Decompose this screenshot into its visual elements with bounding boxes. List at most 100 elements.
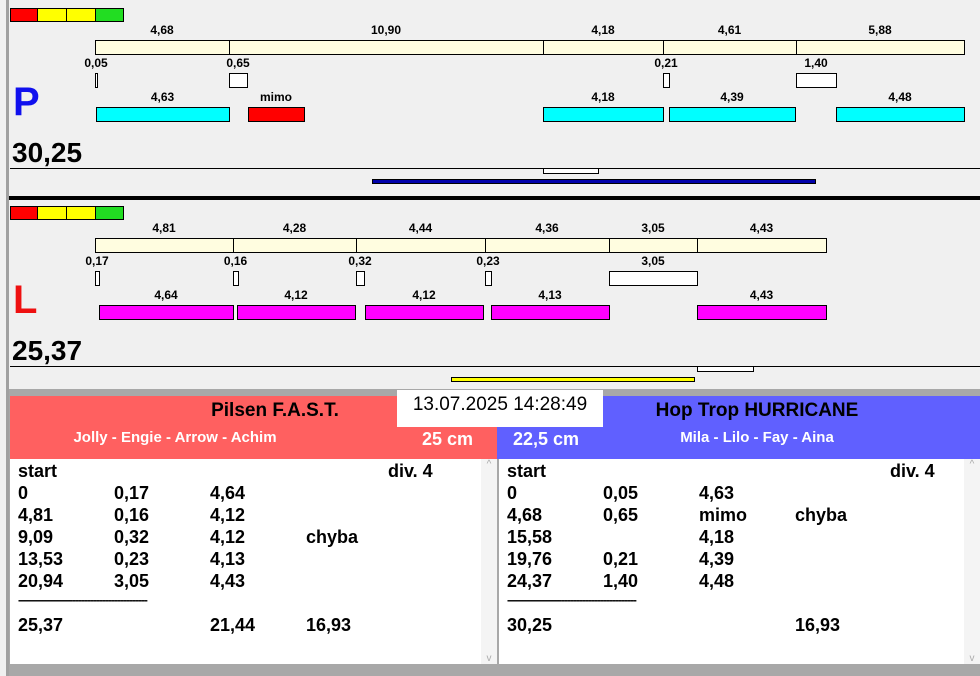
gap-box: [233, 271, 239, 286]
gap-label: 3,05: [641, 254, 665, 268]
scrollbar[interactable]: ^ v: [481, 459, 497, 664]
list-cell: 4,48: [699, 571, 735, 591]
scroll-up-icon[interactable]: ^: [964, 459, 980, 470]
gap-box: [356, 271, 365, 286]
list-cell: 4,81: [18, 505, 54, 525]
team-left-results-list[interactable]: ^ v start div. 4 0 0,17 4,64 4,81 0,16 4,12 9,09 0…: [10, 459, 497, 664]
gap-label: 0,16: [223, 254, 248, 268]
track-divider: [9, 196, 980, 200]
list-total: 25,37: [18, 615, 64, 635]
list-cell: 0,23: [114, 549, 150, 569]
hit-bar: [491, 305, 610, 320]
list-cell: 0,17: [114, 483, 150, 503]
list-cell: 0,21: [603, 549, 639, 569]
gap-label: 1,40: [804, 56, 828, 70]
list-cell: 13,53: [18, 549, 64, 569]
status-segment: [66, 206, 96, 220]
gap-label: 0,65: [226, 56, 250, 70]
team-right-results-list[interactable]: ^ v start div. 4 0 0,05 4,63 4,68 0,65 mimo chyba…: [499, 459, 980, 664]
list-total: 30,25: [507, 615, 553, 635]
team-right-members: Mila - Lilo - Fay - Aina: [680, 429, 834, 446]
team-right-length: 22,5 cm: [513, 429, 580, 449]
list-cell: 20,94: [18, 571, 64, 591]
gap-label: 0,23: [476, 254, 500, 268]
gap-box: [609, 271, 698, 286]
list-cell: 19,76: [507, 549, 553, 569]
hit-bar: [543, 107, 664, 122]
team-left-length: 25 cm: [422, 429, 474, 449]
list-cell: 15,58: [507, 527, 553, 547]
list-cell: mimo: [699, 505, 748, 525]
timeline-axis: [10, 366, 980, 367]
run-segment-bar: [356, 238, 486, 253]
run-segment-label: 4,61: [717, 23, 742, 37]
run-segment-bar: [229, 40, 544, 55]
progress-bar: [372, 179, 816, 184]
hit-label: 4,64: [154, 288, 178, 302]
track-total: 25,37: [12, 335, 83, 366]
list-cell: 4,39: [699, 549, 735, 569]
scroll-down-icon[interactable]: v: [481, 653, 497, 664]
run-segment-label: 4,68: [150, 23, 174, 37]
list-cell: 1,40: [603, 571, 639, 591]
run-segment-bar: [697, 238, 827, 253]
team-right-name: Hop Trop HURRICANE: [655, 400, 859, 421]
hit-bar: [365, 305, 484, 320]
hit-bar: [237, 305, 356, 320]
scroll-down-icon[interactable]: v: [964, 653, 980, 664]
run-segment-bar: [95, 238, 234, 253]
hit-bar: [248, 107, 305, 122]
hit-label: 4,12: [412, 288, 436, 302]
gap-box: [485, 271, 492, 286]
run-segment-label: 4,36: [535, 221, 559, 235]
status-segment: [37, 206, 67, 220]
scrollbar[interactable]: ^ v: [964, 459, 980, 664]
list-cell: 0: [507, 483, 518, 503]
list-cell: 0,65: [603, 505, 639, 525]
status-segment: [10, 206, 38, 220]
list-cell: 0,16: [114, 505, 150, 525]
gap-box: [796, 73, 837, 88]
list-separator: ----------------------------------------…: [18, 593, 148, 607]
hit-label: 4,39: [720, 90, 744, 104]
hit-label: 4,13: [538, 288, 562, 302]
timeline-axis: [10, 168, 980, 169]
hit-bar: [96, 107, 230, 122]
gap-label: 0,32: [348, 254, 372, 268]
gap-box: [95, 271, 100, 286]
list-total: 16,93: [795, 615, 841, 635]
run-segment-label: 4,44: [408, 221, 433, 235]
status-segment: [95, 206, 124, 220]
track-total: 30,25: [12, 137, 83, 168]
list-cell: 4,63: [699, 483, 735, 503]
status-segment: [10, 8, 38, 22]
gap-box: [663, 73, 670, 88]
track-letter: L: [13, 278, 38, 322]
gap-box: [229, 73, 248, 88]
division-label: div. 4: [388, 461, 433, 481]
list-total: 16,93: [306, 615, 352, 635]
run-segment-bar: [663, 40, 797, 55]
list-cell: 0: [18, 483, 29, 503]
status-segment: [66, 8, 96, 22]
list-cell: 3,05: [114, 571, 150, 591]
list-total: 21,44: [210, 615, 256, 635]
gap-box: [95, 73, 98, 88]
progress-bar: [451, 377, 695, 382]
run-segment-label: 3,05: [641, 221, 665, 235]
list-cell: 4,12: [210, 527, 246, 547]
hit-bar: [697, 305, 827, 320]
hit-label: mimo: [259, 90, 292, 104]
list-cell: 4,12: [210, 505, 246, 525]
run-segment-bar: [543, 40, 664, 55]
list-cell: 4,68: [507, 505, 543, 525]
hit-label: 4,48: [888, 90, 912, 104]
run-segment-label: 4,81: [152, 221, 176, 235]
status-segment: [37, 8, 67, 22]
run-segment-label: 4,18: [591, 23, 615, 37]
hit-label: 4,63: [150, 90, 175, 104]
run-segment-bar: [95, 40, 230, 55]
scroll-up-icon[interactable]: ^: [481, 459, 497, 470]
list-header: start: [18, 461, 58, 481]
division-label: div. 4: [890, 461, 935, 481]
